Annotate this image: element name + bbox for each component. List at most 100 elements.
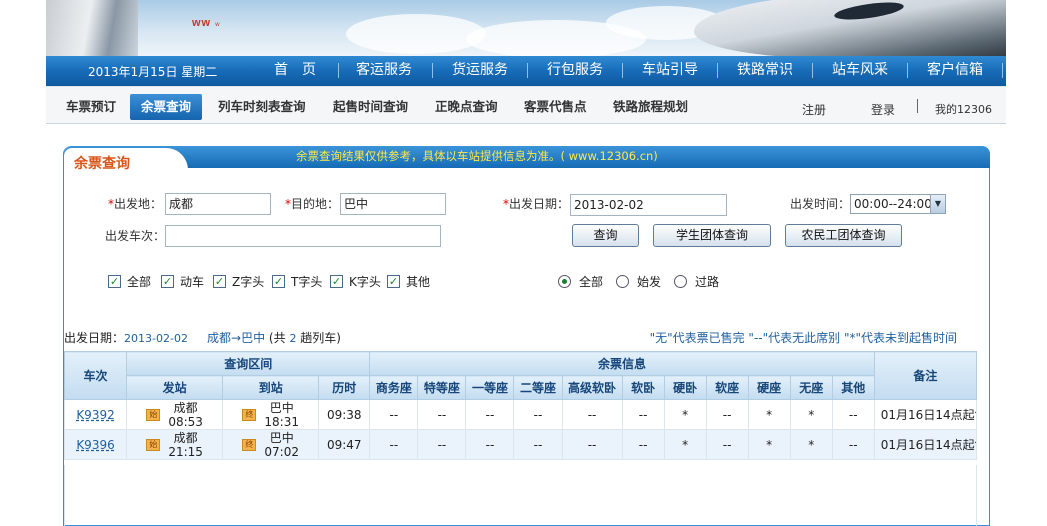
nav-station-guide[interactable]: 车站引导 [632, 60, 708, 80]
student-group-query-button[interactable]: 学生团体查询 [653, 224, 771, 247]
query-notice: 余票查询结果仅供参考，具体以车站提供信息为准。( www.12306.cn) [296, 149, 658, 163]
table-row: K9396 始 成都 21:15 终 巴中 07:02 09:47 -- -- --… [63, 429, 978, 460]
remark-cell: 01月16日14点起售 [873, 399, 978, 430]
register-link[interactable]: 注册 [802, 101, 826, 118]
radio-passing[interactable]: 过路 [674, 273, 719, 290]
seat-cell: -- [513, 429, 563, 460]
nav-customer-mail[interactable]: 客户信箱 [917, 60, 993, 80]
header-banner: ww w [46, 0, 1006, 56]
end-station-icon: 终 [242, 408, 257, 421]
header-hard-seat: 硬座 [747, 375, 791, 400]
to-cell: 终 巴中 18:31 [222, 399, 320, 430]
header-second: 二等座 [513, 375, 563, 400]
train-image [694, 0, 1006, 56]
train-label: 出发车次： [105, 229, 166, 243]
start-station-icon: 始 [146, 408, 161, 421]
header-business: 商务座 [369, 375, 419, 400]
duration-cell: 09:38 [318, 399, 371, 430]
filter-emu-checkbox[interactable]: ✓ 动车 [161, 273, 204, 290]
seat-cell: -- [561, 399, 623, 430]
seat-cell: -- [465, 399, 515, 430]
header-other: 其他 [831, 375, 875, 400]
nav-freight-service[interactable]: 货运服务 [442, 60, 518, 80]
current-date: 2013年1月15日 星期二 [88, 65, 218, 79]
nav-station-style[interactable]: 站车风采 [822, 60, 898, 80]
query-button[interactable]: 查询 [572, 224, 639, 247]
seat-cell: -- [705, 429, 749, 460]
to-station-input[interactable]: 巴中 [340, 193, 446, 215]
login-link[interactable]: 登录 [871, 101, 895, 118]
nav-luggage-service[interactable]: 行包服务 [537, 60, 613, 80]
seat-cell: * [663, 399, 707, 430]
filter-all-checkbox[interactable]: ✓ 全部 [108, 273, 151, 290]
date-input[interactable]: 2013-02-02 [570, 194, 727, 216]
from-station-input[interactable]: 成都 [165, 193, 271, 215]
seat-cell: -- [417, 399, 467, 430]
remark-cell: 01月16日14点起售 [873, 429, 978, 460]
radio-all[interactable]: 全部 [558, 273, 603, 290]
nav-passenger-service[interactable]: 客运服务 [346, 60, 422, 80]
seat-cell: -- [831, 429, 875, 460]
worker-group-query-button[interactable]: 农民工团体查询 [785, 224, 902, 247]
chevron-down-icon[interactable]: ▼ [930, 195, 945, 213]
seat-cell: * [789, 429, 833, 460]
to-cell: 终 巴中 07:02 [222, 429, 320, 460]
seat-cell: * [789, 399, 833, 430]
seat-cell: -- [705, 399, 749, 430]
nav-railway-knowledge[interactable]: 铁路常识 [727, 60, 803, 80]
my-account-link[interactable]: 我的12306 [935, 101, 992, 117]
header-duration: 历时 [318, 375, 371, 400]
tab-sale-time[interactable]: 起售时间查询 [322, 94, 419, 120]
seat-cell: -- [369, 399, 419, 430]
time-label: 出发时间： [790, 197, 851, 211]
start-station-icon: 始 [146, 438, 161, 451]
date-label: *出发日期： [503, 197, 570, 211]
tab-timetable[interactable]: 列车时刻表查询 [207, 94, 317, 120]
tab-ticket-booking[interactable]: 车票预订 [55, 94, 127, 120]
tab-ticket-agents[interactable]: 客票代售点 [513, 94, 598, 120]
header-tickets: 余票信息 [369, 351, 875, 376]
duration-cell: 09:47 [318, 429, 371, 460]
seat-cell: -- [465, 429, 515, 460]
from-cell: 始 成都 21:15 [126, 429, 224, 460]
page: ww w 2013年1月15日 星期二 首 页 客运服务 货运服务 行包服务 车… [0, 0, 1047, 526]
header-no-seat: 无座 [789, 375, 833, 400]
filter-k-checkbox[interactable]: ✓ K字头 [330, 273, 381, 290]
header-soft-sleeper: 软卧 [621, 375, 665, 400]
table-row: K9392 始 成都 08:53 终 巴中 18:31 09:38 -- -- --… [63, 399, 978, 430]
symbol-legend: "无"代表票已售完 "--"代表无此席别 "*"代表未到起售时间 [649, 331, 957, 345]
train-number-input[interactable] [165, 225, 441, 247]
train-number-link[interactable]: K9396 [63, 429, 128, 460]
main-nav: 2013年1月15日 星期二 首 页 客运服务 货运服务 行包服务 车站引导 铁… [46, 56, 1006, 86]
seat-cell: -- [369, 429, 419, 460]
seat-cell: * [663, 429, 707, 460]
filter-other-checkbox[interactable]: ✓ 其他 [387, 273, 430, 290]
seat-cell: -- [417, 429, 467, 460]
banner-decoration [46, 0, 138, 56]
header-to: 到站 [222, 375, 320, 400]
radio-origin[interactable]: 始发 [616, 273, 661, 290]
header-interval: 查询区间 [126, 351, 371, 376]
to-label: *目的地： [285, 197, 340, 211]
panel-title: 余票查询 [74, 156, 130, 172]
panel-tab: 余票查询 [64, 148, 188, 174]
filter-t-checkbox[interactable]: ✓ T字头 [272, 273, 322, 290]
time-select[interactable]: 00:00--24:00 ▼ [850, 194, 946, 214]
seat-cell: -- [621, 399, 665, 430]
seat-cell: * [747, 399, 791, 430]
tab-delay-query[interactable]: 正晚点查询 [424, 94, 509, 120]
result-summary: 出发日期：2013-02-02 成都→巴中 (共 2 趟列车) [64, 331, 341, 345]
train-number-link[interactable]: K9392 [63, 399, 128, 430]
filter-z-checkbox[interactable]: ✓ Z字头 [213, 273, 264, 290]
table-empty-area [64, 465, 977, 526]
header-hard-sleeper: 硬卧 [663, 375, 707, 400]
header-soft-seat: 软座 [705, 375, 749, 400]
tab-remaining-tickets[interactable]: 余票查询 [130, 94, 203, 120]
nav-home[interactable]: 首 页 [264, 60, 326, 80]
header-deluxe-sleeper: 高级软卧 [561, 375, 623, 400]
seat-cell: -- [513, 399, 563, 430]
results-table: 车次 查询区间 余票信息 备注 发站 到站 历时 商务座 特等座 一等座 二等座… [63, 351, 978, 460]
header-special: 特等座 [417, 375, 467, 400]
seat-cell: -- [621, 429, 665, 460]
tab-trip-planning[interactable]: 铁路旅程规划 [602, 94, 699, 120]
